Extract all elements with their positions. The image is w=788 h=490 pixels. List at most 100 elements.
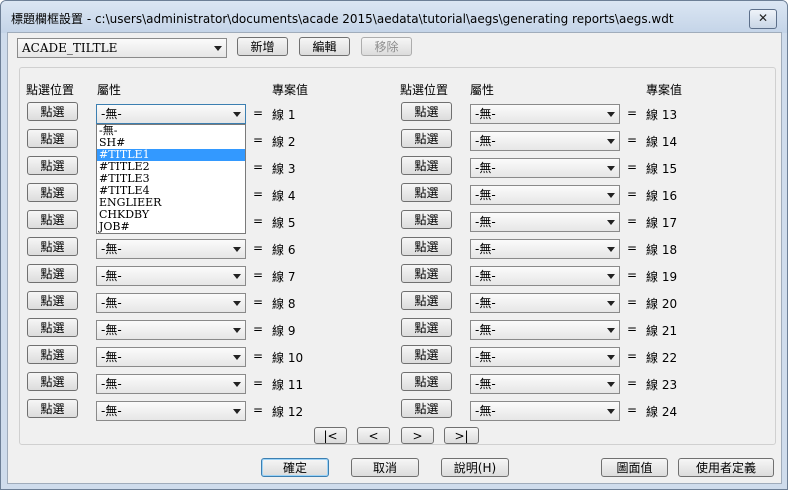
next-page-button[interactable]: > [401, 427, 434, 444]
pick-button[interactable]: 點選 [27, 291, 78, 310]
attribute-select-value: -無- [475, 242, 496, 256]
header-pick-left: 點選位置 [26, 83, 75, 97]
pick-button[interactable]: 點選 [401, 156, 452, 175]
pick-button[interactable]: 點選 [401, 102, 452, 121]
pick-button[interactable]: 點選 [401, 291, 452, 310]
chevron-down-icon [607, 382, 615, 387]
attribute-select[interactable]: -無- [470, 104, 620, 124]
attribute-select[interactable]: -無- [96, 239, 246, 259]
attribute-select-value: -無- [475, 404, 496, 418]
pick-button[interactable]: 點選 [401, 399, 452, 418]
equals-sign: = [627, 106, 638, 120]
title-bar[interactable]: 標題欄框設置 - c:\users\administrator\document… [1, 1, 787, 33]
help-button[interactable]: 說明(H) [441, 458, 509, 477]
pick-button[interactable]: 點選 [27, 237, 78, 256]
pick-button[interactable]: 點選 [27, 264, 78, 283]
pick-button[interactable]: 點選 [401, 318, 452, 337]
attribute-select[interactable]: -無- [470, 401, 620, 421]
chevron-down-icon [607, 220, 615, 225]
equals-sign: = [253, 376, 264, 390]
pick-button[interactable]: 點選 [27, 156, 78, 175]
pick-button[interactable]: 點選 [27, 183, 78, 202]
attribute-select[interactable]: -無- [470, 185, 620, 205]
equals-sign: = [253, 295, 264, 309]
pick-button[interactable]: 點選 [401, 372, 452, 391]
chevron-down-icon [233, 328, 241, 333]
pick-button[interactable]: 點選 [27, 129, 78, 148]
user-defined-button[interactable]: 使用者定義 [678, 458, 774, 477]
remove-button[interactable]: 移除 [361, 37, 412, 56]
attribute-select-value: -無- [101, 323, 122, 337]
chevron-down-icon [233, 382, 241, 387]
cancel-button[interactable]: 取消 [351, 458, 419, 477]
dropdown-option[interactable]: JOB# [97, 221, 245, 233]
equals-sign: = [253, 187, 264, 201]
pick-button[interactable]: 點選 [27, 210, 78, 229]
header-value-left: 專案值 [272, 83, 309, 97]
pick-button[interactable]: 點選 [27, 372, 78, 391]
close-button[interactable]: ✕ [749, 9, 777, 29]
equals-sign: = [253, 133, 264, 147]
new-button[interactable]: 新增 [237, 37, 288, 56]
attribute-select-value: -無- [475, 269, 496, 283]
attribute-select-value: -無- [101, 350, 122, 364]
dialog-client: ACADE_TILTLE 新增 編輯 移除 點選位置 屬性 專案值 點選位置 屬… [7, 32, 782, 484]
attribute-select[interactable]: -無- [470, 131, 620, 151]
chevron-down-icon [607, 301, 615, 306]
pick-button[interactable]: 點選 [401, 129, 452, 148]
ok-button[interactable]: 確定 [261, 458, 329, 477]
project-value-label: 線 12 [272, 405, 304, 419]
project-value-label: 線 15 [646, 162, 678, 176]
equals-sign: = [627, 322, 638, 336]
block-select[interactable]: ACADE_TILTLE [17, 38, 227, 58]
attribute-select-value: -無- [101, 377, 122, 391]
close-icon: ✕ [757, 11, 769, 25]
window-title: 標題欄框設置 - c:\users\administrator\document… [11, 12, 674, 26]
attribute-select[interactable]: -無- [96, 347, 246, 367]
prev-page-button[interactable]: < [357, 427, 390, 444]
attribute-select[interactable]: -無- [96, 401, 246, 421]
chevron-down-icon [607, 139, 615, 144]
pick-button[interactable]: 點選 [27, 399, 78, 418]
project-value-label: 線 24 [646, 405, 678, 419]
attribute-select-value: -無- [475, 296, 496, 310]
pick-button[interactable]: 點選 [401, 345, 452, 364]
first-page-button[interactable]: |< [314, 427, 347, 444]
chevron-down-icon [607, 409, 615, 414]
attribute-select[interactable]: -無- [470, 374, 620, 394]
project-value-label: 線 2 [272, 135, 296, 149]
edit-button[interactable]: 編輯 [299, 37, 350, 56]
drawing-values-button[interactable]: 圖面值 [601, 458, 668, 477]
attribute-select[interactable]: -無- [470, 347, 620, 367]
pick-button[interactable]: 點選 [401, 183, 452, 202]
attribute-select[interactable]: -無- [470, 320, 620, 340]
pick-button[interactable]: 點選 [27, 345, 78, 364]
chevron-down-icon [233, 112, 241, 117]
project-value-label: 線 4 [272, 189, 296, 203]
attribute-select[interactable]: -無- [96, 374, 246, 394]
attribute-select[interactable]: -無- [470, 266, 620, 286]
attribute-select-value: -無- [101, 404, 122, 418]
attribute-select[interactable]: -無- [96, 266, 246, 286]
attribute-select[interactable]: -無- [470, 158, 620, 178]
last-page-button[interactable]: >| [444, 427, 479, 444]
attribute-dropdown-list[interactable]: -無- SH# #TITLE1 #TITLE2 #TITLE3 #TITLE4 ENGLIE… [96, 124, 246, 234]
equals-sign: = [627, 241, 638, 255]
pick-button[interactable]: 點選 [401, 264, 452, 283]
attribute-select[interactable]: -無- [96, 104, 246, 124]
attribute-select-value: -無- [475, 377, 496, 391]
pick-button[interactable]: 點選 [27, 318, 78, 337]
pick-button[interactable]: 點選 [27, 102, 78, 121]
pick-button[interactable]: 點選 [401, 237, 452, 256]
attribute-select[interactable]: -無- [96, 320, 246, 340]
equals-sign: = [253, 106, 264, 120]
project-value-label: 線 19 [646, 270, 678, 284]
attribute-select[interactable]: -無- [470, 293, 620, 313]
attribute-select[interactable]: -無- [470, 239, 620, 259]
attribute-select-value: -無- [475, 323, 496, 337]
attribute-select[interactable]: -無- [96, 293, 246, 313]
project-value-label: 線 17 [646, 216, 678, 230]
pick-button[interactable]: 點選 [401, 210, 452, 229]
attribute-select[interactable]: -無- [470, 212, 620, 232]
equals-sign: = [627, 268, 638, 282]
